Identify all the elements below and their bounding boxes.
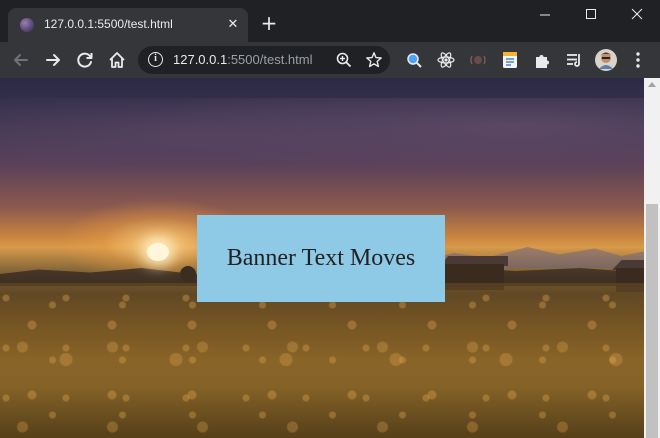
vertical-scrollbar[interactable] bbox=[644, 78, 660, 438]
tab-title: 127.0.0.1:5500/test.html bbox=[44, 17, 173, 31]
forward-icon[interactable] bbox=[42, 49, 64, 71]
sun bbox=[147, 243, 169, 261]
page-viewport: Banner Text Moves bbox=[0, 78, 644, 438]
banner: Banner Text Moves bbox=[197, 215, 445, 302]
title-bar: 127.0.0.1:5500/test.html ✕ + bbox=[0, 0, 660, 42]
maximize-button[interactable] bbox=[568, 0, 614, 30]
address-bar[interactable]: i 127.0.0.1:5500/test.html bbox=[138, 46, 390, 74]
media-queue-icon[interactable] bbox=[563, 49, 585, 71]
minimize-button[interactable] bbox=[522, 0, 568, 30]
react-devtools-icon[interactable] bbox=[435, 49, 457, 71]
tree-silhouette bbox=[180, 266, 196, 282]
sky-clouds bbox=[0, 98, 644, 188]
maximize-icon bbox=[586, 9, 596, 19]
tab-close-icon[interactable]: ✕ bbox=[224, 16, 242, 34]
back-icon[interactable] bbox=[10, 49, 32, 71]
minimize-icon bbox=[540, 14, 550, 16]
notes-extension-icon[interactable] bbox=[499, 49, 521, 71]
url-text[interactable]: 127.0.0.1:5500/test.html bbox=[173, 52, 313, 67]
home-icon[interactable] bbox=[106, 49, 128, 71]
menu-kebab-icon[interactable] bbox=[627, 49, 649, 71]
site-info-icon[interactable]: i bbox=[148, 52, 163, 67]
scroll-up-arrow-icon[interactable] bbox=[648, 82, 656, 87]
extensions-puzzle-icon[interactable] bbox=[531, 49, 553, 71]
window-close-button[interactable] bbox=[614, 0, 660, 30]
reload-icon[interactable] bbox=[74, 49, 96, 71]
zoom-icon[interactable] bbox=[335, 51, 353, 69]
scroll-thumb[interactable] bbox=[646, 204, 658, 438]
window-close-icon bbox=[631, 8, 643, 20]
new-tab-button[interactable]: + bbox=[258, 13, 280, 35]
wheat-field bbox=[0, 283, 644, 438]
bookmark-star-icon[interactable] bbox=[365, 51, 383, 69]
media-extension-icon[interactable] bbox=[467, 49, 489, 71]
url-host: 127.0.0.1 bbox=[173, 52, 228, 67]
profile-avatar[interactable] bbox=[594, 48, 618, 72]
banner-text: Banner Text Moves bbox=[226, 245, 416, 271]
search-extension-icon[interactable] bbox=[403, 49, 425, 71]
globe-icon bbox=[20, 18, 34, 32]
browser-tab[interactable]: 127.0.0.1:5500/test.html ✕ bbox=[8, 8, 248, 42]
url-path: :5500/test.html bbox=[227, 52, 313, 67]
